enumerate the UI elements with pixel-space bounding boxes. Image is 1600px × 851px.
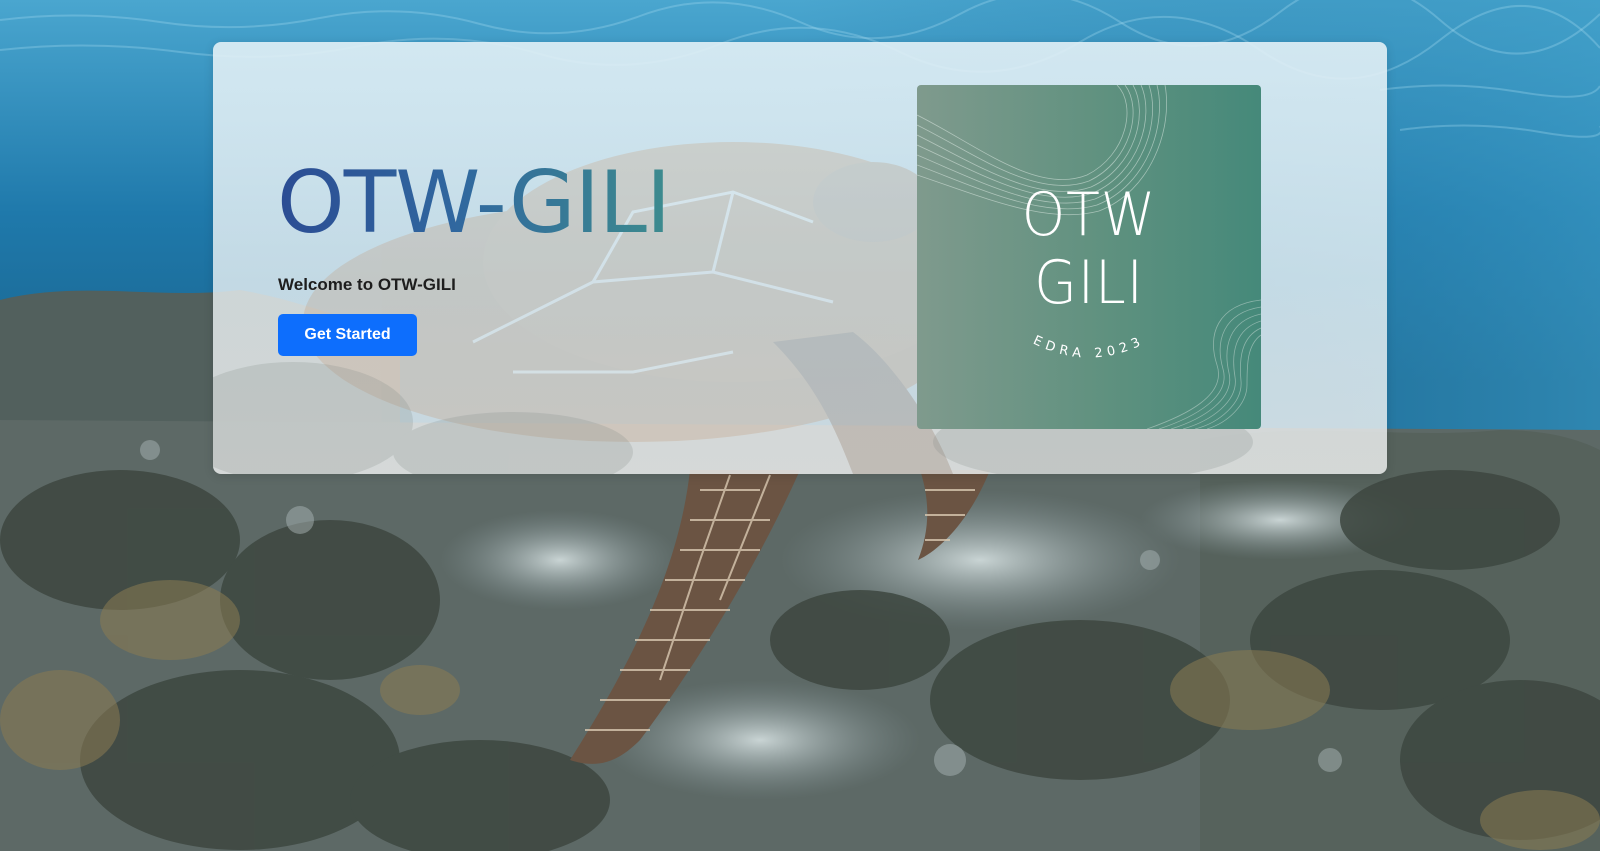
welcome-text: Welcome to OTW-GILI (278, 275, 456, 294)
brand-logo: OTW GILI EDRA 2023 (917, 85, 1261, 429)
hero-card: OTW-GILI Welcome to OTW-GILI Get Started (213, 42, 1387, 474)
get-started-button[interactable]: Get Started (278, 314, 417, 356)
logo-tagline-arc: EDRA 2023 (1031, 333, 1147, 362)
logo-tagline: EDRA 2023 (1031, 333, 1147, 362)
brand-title: OTW-GILI (277, 153, 671, 253)
